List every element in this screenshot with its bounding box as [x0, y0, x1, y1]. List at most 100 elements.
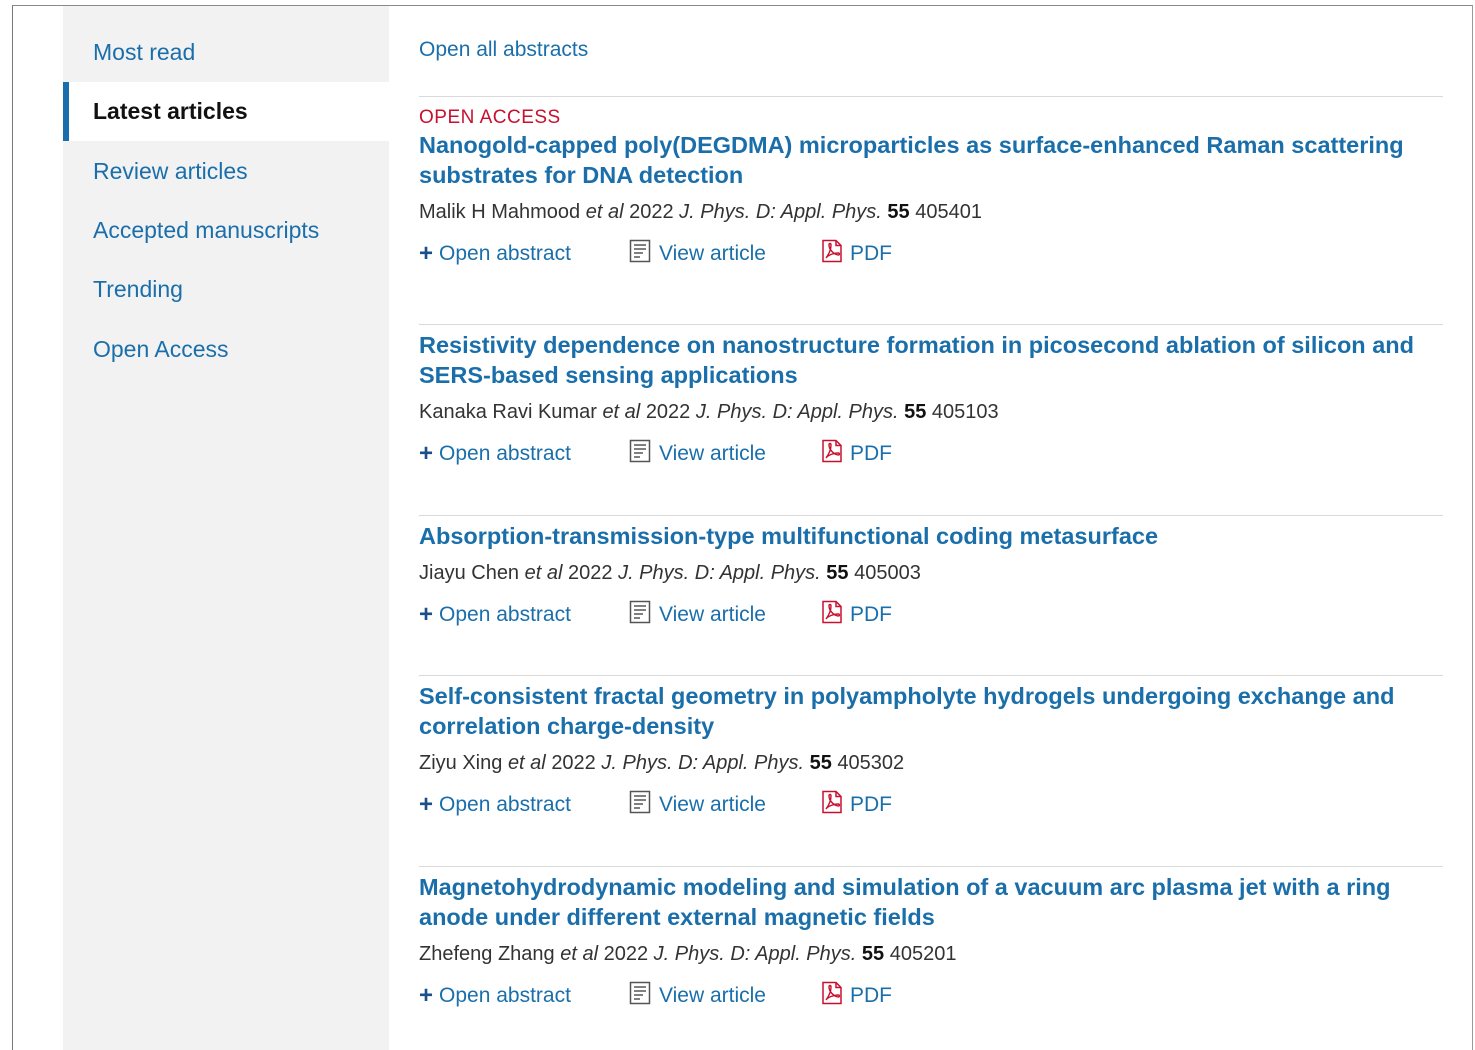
document-icon: [629, 600, 651, 630]
sidebar-item-label: Open Access: [93, 336, 229, 362]
article-item: Absorption-transmission-type multifuncti…: [419, 515, 1443, 630]
article-volume: 55: [904, 401, 927, 423]
article-etal: et al: [560, 943, 599, 965]
article-year: 2022: [629, 201, 674, 223]
article-actions: + Open abstract View article PDF: [419, 790, 1443, 820]
open-abstract-label: Open abstract: [439, 984, 571, 1007]
view-article-button[interactable]: View article: [629, 600, 820, 630]
article-authors: Kanaka Ravi Kumar: [419, 401, 597, 423]
plus-icon: +: [419, 982, 434, 1009]
pdf-icon: [820, 600, 844, 630]
pdf-icon: [820, 439, 844, 469]
pdf-label: PDF: [850, 793, 892, 816]
sidebar-item-label: Accepted manuscripts: [93, 217, 320, 243]
article-etal: et al: [585, 201, 624, 223]
view-article-button[interactable]: View article: [629, 790, 820, 820]
view-article-button[interactable]: View article: [629, 239, 820, 269]
article-journal: J. Phys. D: Appl. Phys.: [695, 401, 899, 423]
open-abstract-button[interactable]: + Open abstract: [419, 603, 629, 627]
article-year: 2022: [645, 401, 691, 423]
pdf-button[interactable]: PDF: [820, 439, 892, 469]
view-article-label: View article: [659, 793, 766, 816]
sidebar-item-review-articles[interactable]: Review articles: [63, 142, 389, 201]
document-icon: [629, 239, 651, 269]
article-actions: + Open abstract View article PDF: [419, 239, 1443, 269]
article-volume: 55: [826, 562, 849, 584]
pdf-button[interactable]: PDF: [820, 600, 892, 630]
article-number: 405302: [837, 752, 905, 774]
article-title-link[interactable]: Absorption-transmission-type multifuncti…: [419, 521, 1443, 551]
article-volume: 55: [809, 752, 832, 774]
article-item: Resistivity dependence on nanostructure …: [419, 324, 1443, 469]
pdf-button[interactable]: PDF: [820, 790, 892, 820]
pdf-label: PDF: [850, 442, 892, 465]
document-icon: [629, 439, 651, 469]
pdf-button[interactable]: PDF: [820, 239, 892, 269]
article-year: 2022: [603, 943, 649, 965]
sidebar-item-most-read[interactable]: Most read: [63, 23, 389, 82]
open-access-badge: OPEN ACCESS: [419, 107, 561, 128]
open-all-abstracts-link[interactable]: Open all abstracts: [419, 38, 588, 62]
pdf-icon: [820, 981, 844, 1011]
pdf-label: PDF: [850, 242, 892, 265]
article-citation: Jiayu Chen et al 2022 J. Phys. D: Appl. …: [419, 560, 1443, 586]
open-abstract-label: Open abstract: [439, 242, 571, 265]
sidebar-item-label: Trending: [93, 276, 183, 302]
pdf-label: PDF: [850, 603, 892, 626]
plus-icon: +: [419, 240, 434, 267]
article-citation: Malik H Mahmood et al 2022 J. Phys. D: A…: [419, 199, 1443, 225]
article-etal: et al: [602, 401, 641, 423]
sidebar-item-latest-articles[interactable]: Latest articles: [63, 82, 389, 141]
sidebar-item-open-access[interactable]: Open Access: [63, 320, 389, 379]
article-authors: Malik H Mahmood: [419, 201, 581, 223]
article-volume: 55: [861, 943, 885, 965]
article-item: Self-consistent fractal geometry in poly…: [419, 675, 1443, 820]
view-article-label: View article: [659, 442, 766, 465]
article-volume: 55: [887, 201, 910, 223]
open-abstract-button[interactable]: + Open abstract: [419, 242, 629, 266]
pdf-icon: [820, 790, 844, 820]
article-etal: et al: [507, 752, 546, 774]
article-item: OPEN ACCESS Nanogold-capped poly(DEGDMA)…: [419, 96, 1443, 269]
open-abstract-button[interactable]: + Open abstract: [419, 442, 629, 466]
article-number: 405201: [889, 943, 957, 965]
view-article-button[interactable]: View article: [629, 439, 820, 469]
article-journal: J. Phys. D: Appl. Phys.: [601, 752, 805, 774]
open-abstract-button[interactable]: + Open abstract: [419, 793, 629, 817]
article-title-link[interactable]: Nanogold-capped poly(DEGDMA) micropartic…: [419, 130, 1443, 190]
article-citation: Zhefeng Zhang et al 2022 J. Phys. D: App…: [419, 941, 1443, 967]
sidebar-item-label: Review articles: [93, 158, 248, 184]
open-abstract-label: Open abstract: [439, 793, 571, 816]
article-number: 405103: [931, 401, 999, 423]
article-journal: J. Phys. D: Appl. Phys.: [618, 562, 821, 584]
article-title-link[interactable]: Self-consistent fractal geometry in poly…: [419, 681, 1443, 741]
plus-icon: +: [419, 791, 434, 818]
plus-icon: +: [419, 601, 434, 628]
article-year: 2022: [551, 752, 596, 774]
open-abstract-button[interactable]: + Open abstract: [419, 984, 629, 1008]
sidebar-nav: Most read Latest articles Review article…: [63, 6, 389, 1050]
open-abstract-label: Open abstract: [439, 442, 571, 465]
view-article-button[interactable]: View article: [629, 981, 820, 1011]
article-journal: J. Phys. D: Appl. Phys.: [679, 201, 882, 223]
view-article-label: View article: [659, 603, 766, 626]
sidebar-item-accepted-manuscripts[interactable]: Accepted manuscripts: [63, 201, 389, 260]
pdf-label: PDF: [850, 984, 892, 1007]
article-actions: + Open abstract View article PDF: [419, 439, 1443, 469]
article-citation: Kanaka Ravi Kumar et al 2022 J. Phys. D:…: [419, 399, 1443, 425]
article-item: Magnetohydrodynamic modeling and simulat…: [419, 866, 1443, 1011]
article-year: 2022: [568, 562, 613, 584]
sidebar-item-label: Latest articles: [93, 98, 248, 124]
article-journal: J. Phys. D: Appl. Phys.: [653, 943, 857, 965]
pdf-button[interactable]: PDF: [820, 981, 892, 1011]
document-icon: [629, 790, 651, 820]
document-icon: [629, 981, 651, 1011]
view-article-label: View article: [659, 242, 766, 265]
article-title-link[interactable]: Resistivity dependence on nanostructure …: [419, 330, 1443, 390]
plus-icon: +: [419, 440, 434, 467]
article-number: 405003: [854, 562, 921, 584]
article-citation: Ziyu Xing et al 2022 J. Phys. D: Appl. P…: [419, 750, 1443, 776]
sidebar-item-trending[interactable]: Trending: [63, 260, 389, 319]
article-title-link[interactable]: Magnetohydrodynamic modeling and simulat…: [419, 872, 1443, 932]
open-abstract-label: Open abstract: [439, 603, 571, 626]
